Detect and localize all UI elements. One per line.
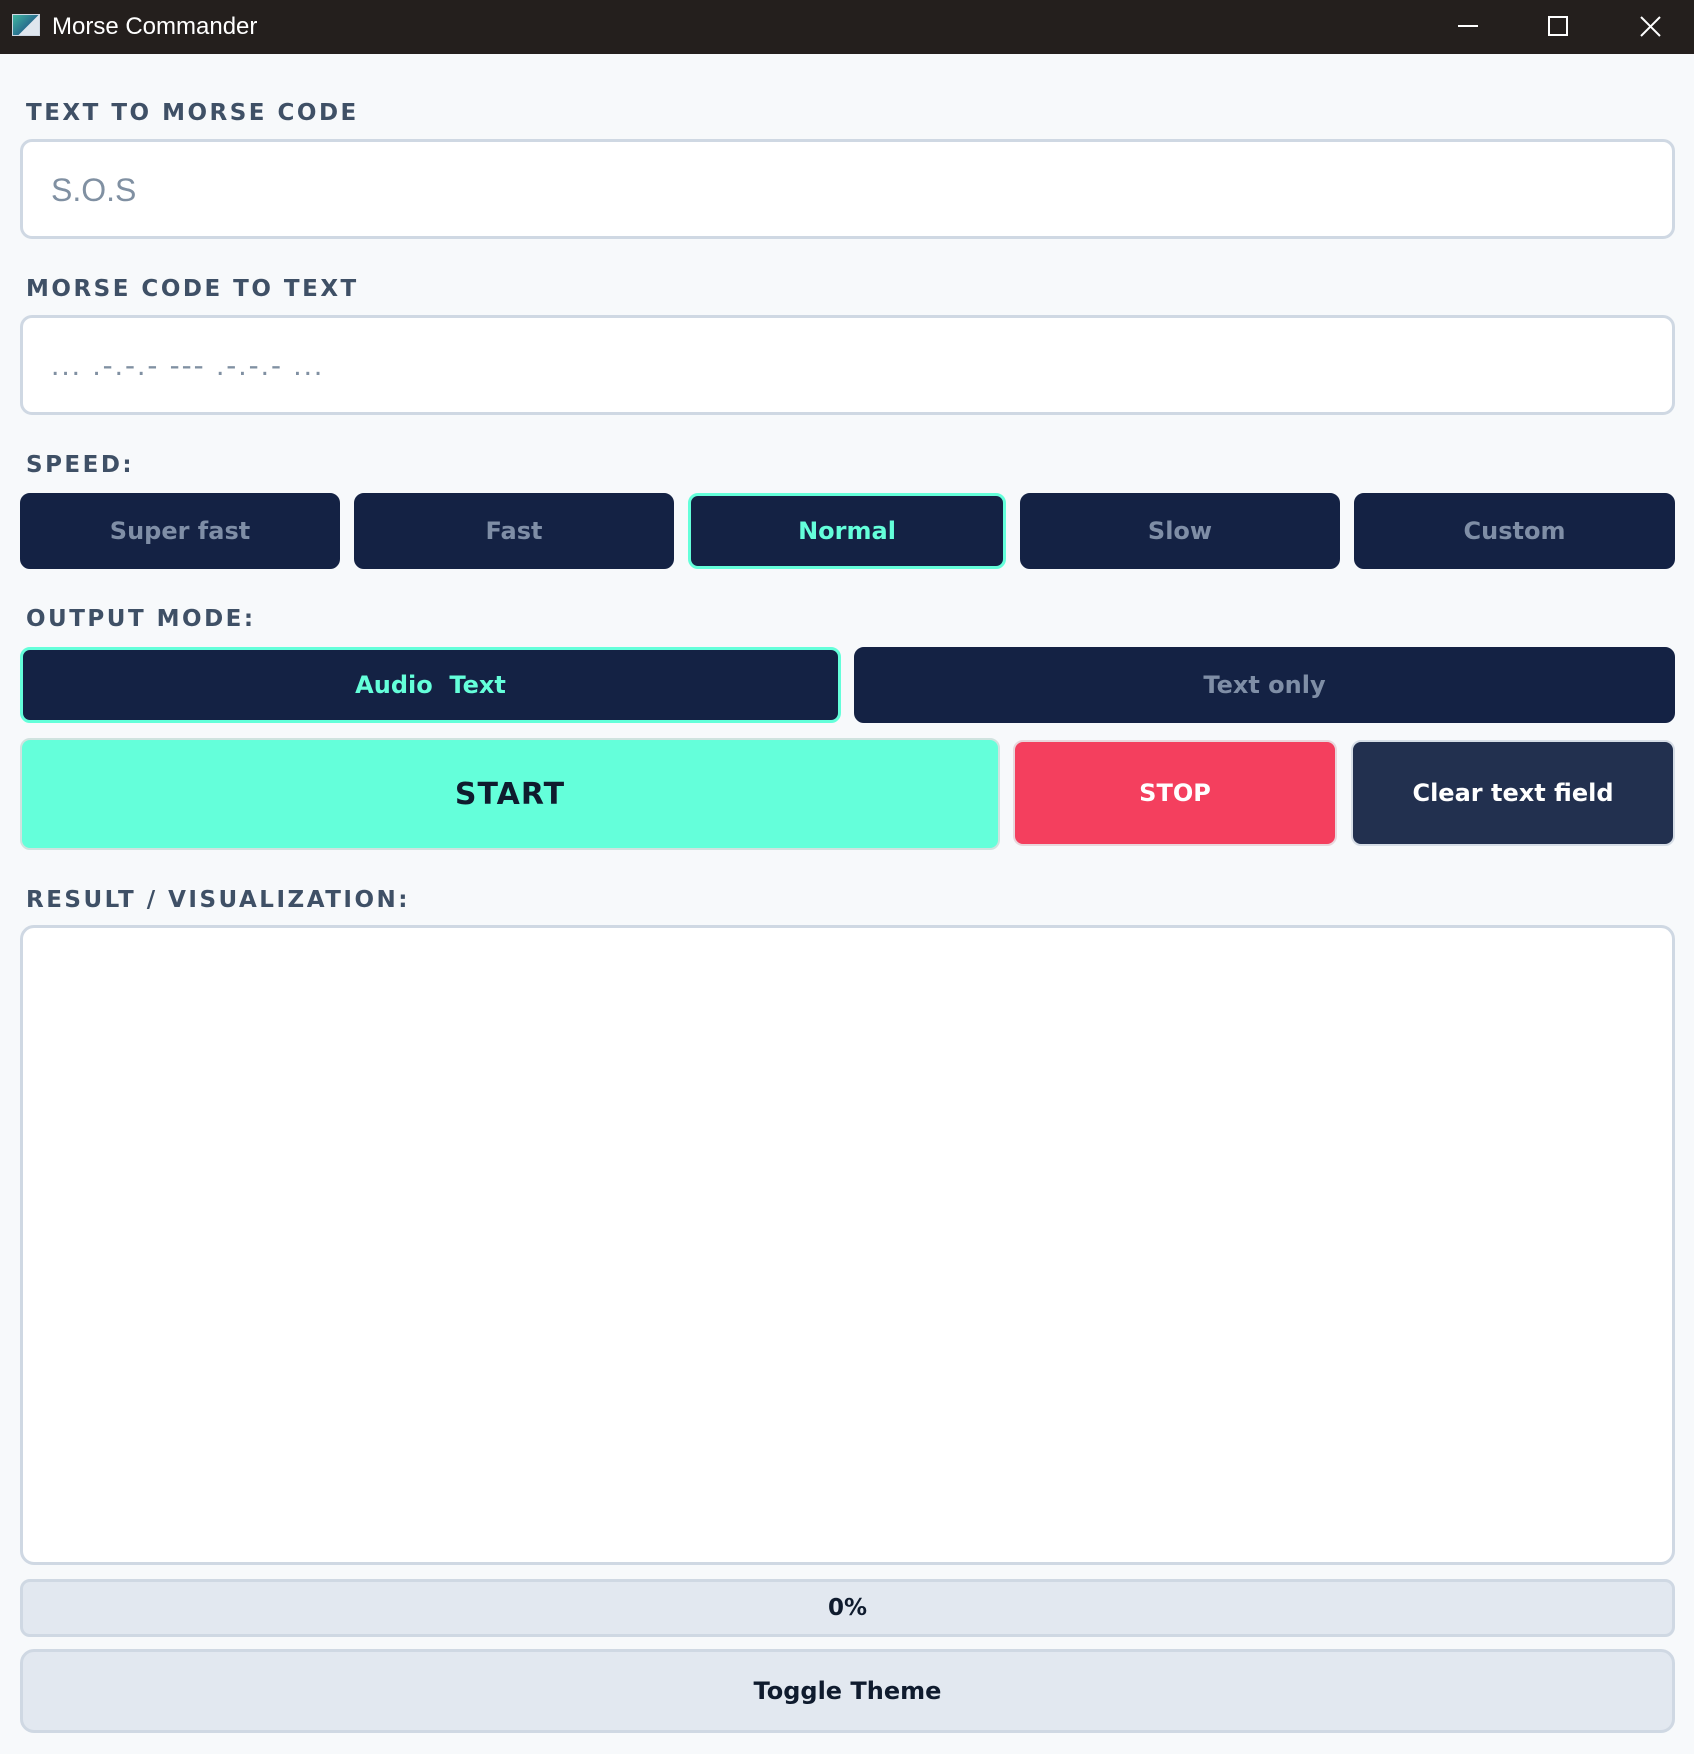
minimize-button[interactable] bbox=[1422, 0, 1514, 54]
speed-fast-button[interactable]: Fast bbox=[354, 493, 674, 569]
close-icon bbox=[1640, 16, 1661, 37]
morse-to-text-field bbox=[20, 315, 1675, 415]
output-mode-label: OUTPUT MODE: bbox=[26, 606, 256, 632]
speed-custom-button[interactable]: Custom bbox=[1354, 493, 1675, 569]
speed-normal-button[interactable]: Normal bbox=[688, 493, 1006, 569]
window-title: Morse Commander bbox=[52, 13, 258, 40]
text-to-morse-field bbox=[20, 139, 1675, 239]
morse-to-text-input[interactable] bbox=[49, 318, 1643, 414]
clear-text-field-button[interactable]: Clear text field bbox=[1351, 740, 1675, 846]
morse-to-text-label: MORSE CODE TO TEXT bbox=[26, 276, 359, 302]
text-to-morse-label: TEXT TO MORSE CODE bbox=[26, 100, 359, 126]
stop-button[interactable]: STOP bbox=[1013, 740, 1337, 846]
result-visualization-area bbox=[20, 925, 1675, 1565]
speed-slow-button[interactable]: Slow bbox=[1020, 493, 1340, 569]
title-bar: Morse Commander bbox=[0, 0, 1694, 54]
text-to-morse-input[interactable] bbox=[49, 142, 1643, 238]
progress-bar: 0% bbox=[20, 1579, 1675, 1637]
toggle-theme-button[interactable]: Toggle Theme bbox=[20, 1649, 1675, 1733]
progress-text: 0% bbox=[827, 1595, 868, 1621]
close-button[interactable] bbox=[1604, 0, 1694, 54]
minimize-icon bbox=[1458, 25, 1478, 27]
start-button[interactable]: START bbox=[20, 738, 1000, 850]
maximize-button[interactable] bbox=[1512, 0, 1604, 54]
maximize-icon bbox=[1548, 16, 1568, 36]
speed-super-fast-button[interactable]: Super fast bbox=[20, 493, 340, 569]
result-label: RESULT / VISUALIZATION: bbox=[26, 887, 410, 913]
speed-label: SPEED: bbox=[26, 452, 135, 478]
mode-text-only-button[interactable]: Text only bbox=[854, 647, 1675, 723]
mode-audio-text-button[interactable]: Audio Text bbox=[20, 647, 841, 723]
app-icon bbox=[12, 14, 40, 36]
